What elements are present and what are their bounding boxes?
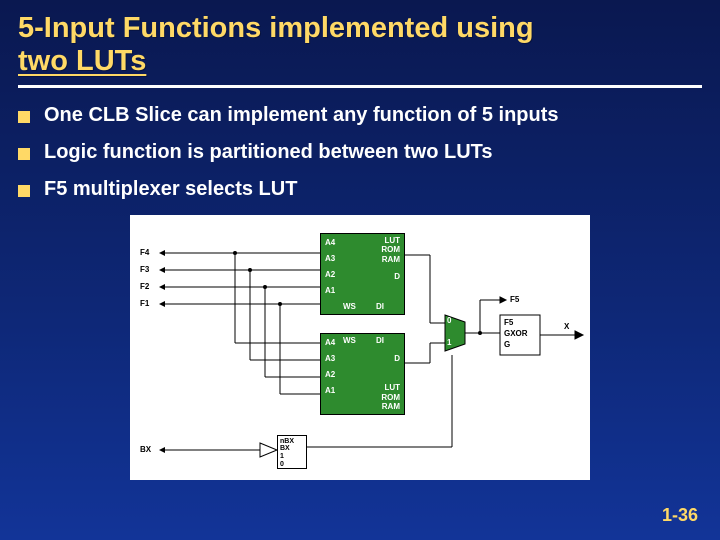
bx-select-box: nBX BX 1 0 [277,435,307,469]
lut-block-bottom: A4 A3 A2 A1 WS DI D LUT ROM RAM [320,333,405,415]
lut-d-out: D [394,272,400,282]
mux-in-0: 0 [447,316,451,325]
output-x: X [564,322,569,331]
mux-in-1: 1 [447,338,451,347]
title-line-1: 5-Input Functions implemented using [18,12,534,44]
list-item: F5 multiplexer selects LUT [18,178,702,201]
input-bx: BX [140,445,151,454]
lut-input-a3: A3 [325,254,335,264]
lut-ws: WS [343,302,356,312]
input-f3: F3 [140,265,149,274]
input-f4: F4 [140,248,149,257]
list-item: One CLB Slice can implement any function… [18,104,702,127]
f5-label: F5 [510,295,519,304]
bx-opt-0: 0 [280,461,304,469]
title-line-2: two LUTs [18,45,146,77]
lut-modes: LUT ROM RAM [381,236,400,265]
input-f1: F1 [140,299,149,308]
bx-opt-bx: BX [280,445,304,453]
lut-input-a3: A3 [325,354,335,364]
out-g: G [504,340,510,349]
slide-title: 5-Input Functions implemented using two … [0,0,720,85]
bullet-square-icon [18,111,30,123]
bullet-square-icon [18,185,30,197]
lut-input-a4: A4 [325,338,335,348]
bullet-text: One CLB Slice can implement any function… [44,104,559,127]
lut-d-out: D [394,354,400,364]
block-diagram: A4 A3 A2 A1 LUT ROM RAM D WS DI A4 A3 A2… [130,215,590,480]
lut-input-a1: A1 [325,386,335,396]
lut-block-top: A4 A3 A2 A1 LUT ROM RAM D WS DI [320,233,405,315]
list-item: Logic function is partitioned between tw… [18,141,702,164]
bx-opt-1: 1 [280,453,304,461]
lut-di: DI [376,336,384,346]
bullet-square-icon [18,148,30,160]
bullet-list: One CLB Slice can implement any function… [0,104,720,201]
page-number: 1-36 [662,505,698,526]
bullet-text: Logic function is partitioned between tw… [44,141,493,164]
title-underline-rule [18,85,702,88]
lut-modes: LUT ROM RAM [381,383,400,412]
lut-ws: WS [343,336,356,346]
bx-opt-nbx: nBX [280,438,304,446]
bullet-text: F5 multiplexer selects LUT [44,178,297,201]
lut-input-a2: A2 [325,370,335,380]
out-f5: F5 [504,318,513,327]
lut-input-a2: A2 [325,270,335,280]
lut-di: DI [376,302,384,312]
lut-input-a4: A4 [325,238,335,248]
out-gxor: GXOR [504,329,528,338]
input-f2: F2 [140,282,149,291]
lut-input-a1: A1 [325,286,335,296]
